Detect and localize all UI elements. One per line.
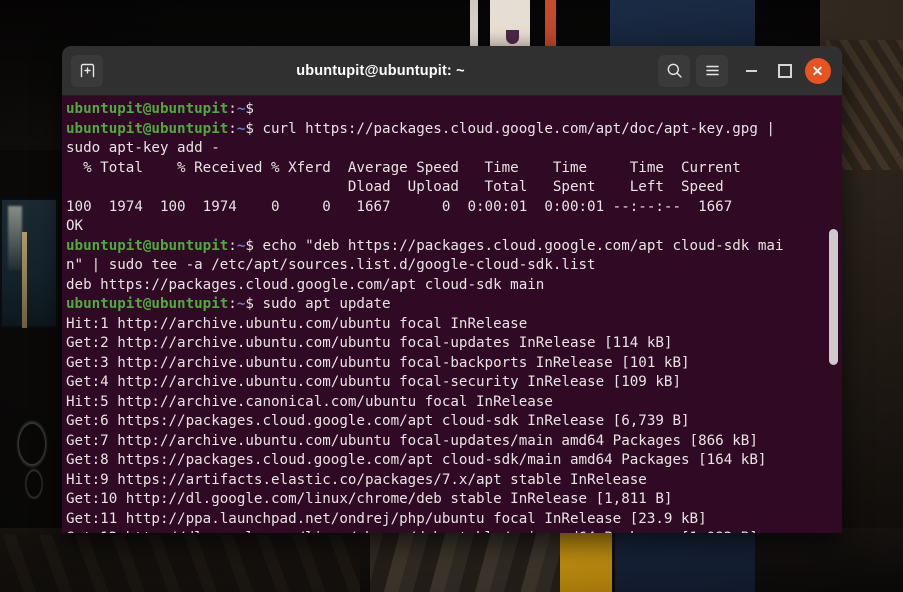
close-button[interactable]: ✕	[804, 57, 831, 84]
close-icon: ✕	[804, 57, 831, 84]
terminal-output-line: Hit:5 http://archive.canonical.com/ubunt…	[66, 393, 553, 410]
terminal-output-line: Get:2 http://archive.ubuntu.com/ubuntu f…	[66, 335, 673, 351]
terminal-output-line: Get:3 http://archive.ubuntu.com/ubuntu f…	[66, 354, 690, 371]
minimize-icon	[746, 69, 757, 72]
prompt-user-host: ubuntupit@ubuntupit	[66, 296, 229, 312]
prompt-user-host: ubuntupit@ubuntupit	[66, 120, 229, 137]
terminal-output-line: Hit:9 https://artifacts.elastic.co/packa…	[66, 471, 647, 488]
search-icon	[667, 63, 682, 78]
terminal-output-line: Get:10 http://dl.google.com/linux/chrome…	[66, 491, 673, 507]
terminal-output-line: Get:6 https://packages.cloud.google.com/…	[66, 413, 690, 429]
terminal-command: echo "deb https://packages.cloud.google.…	[253, 237, 784, 254]
terminal-body[interactable]: ubuntupit@ubuntupit:~$ ubuntupit@ubuntupi…	[62, 96, 842, 533]
prompt-symbol: $	[245, 101, 254, 117]
terminal-output-line: Dload Upload Total Spent Left Speed	[66, 179, 724, 195]
window-title: ubuntupit@ubuntupit: ~	[296, 62, 465, 79]
window-titlebar[interactable]: ubuntupit@ubuntupit: ~ ✕	[62, 46, 842, 96]
terminal-output-line: n" | sudo tee -a /etc/apt/sources.list.d…	[66, 257, 596, 273]
terminal-output[interactable]: ubuntupit@ubuntupit:~$ ubuntupit@ubuntupi…	[62, 96, 784, 533]
prompt-user-host: ubuntupit@ubuntupit	[66, 101, 229, 117]
maximize-button[interactable]	[771, 57, 798, 84]
scrollbar-thumb[interactable]	[829, 229, 838, 365]
terminal-window: ubuntupit@ubuntupit: ~ ✕ ubuntupit@ubunt…	[62, 46, 842, 533]
terminal-output-line: OK	[66, 218, 84, 234]
search-button[interactable]	[658, 54, 690, 87]
terminal-output-line: Get:7 http://archive.ubuntu.com/ubuntu f…	[66, 432, 758, 449]
terminal-output-line: sudo apt-key add -	[66, 140, 220, 156]
terminal-output-line: Hit:1 http://archive.ubuntu.com/ubuntu f…	[66, 315, 528, 332]
maximize-icon	[777, 63, 792, 78]
terminal-prompt-line: ubuntupit@ubuntupit:~$ curl https://pack…	[66, 120, 784, 140]
new-tab-icon	[80, 63, 94, 78]
new-tab-button[interactable]	[71, 54, 103, 87]
minimize-button[interactable]	[738, 57, 765, 84]
terminal-command: curl https://packages.cloud.google.com/a…	[253, 120, 775, 137]
terminal-prompt-line: ubuntupit@ubuntupit:~$ echo "deb https:/…	[66, 237, 784, 257]
terminal-output-line: 100 1974 100 1974 0 0 1667 0 0:00:01 0:0…	[66, 198, 733, 215]
menu-button[interactable]	[696, 54, 728, 87]
terminal-output-line: Get:12 http://dl.google.com/linux/chrome…	[66, 529, 784, 533]
prompt-symbol: $	[245, 237, 254, 254]
prompt-colon: :	[228, 237, 237, 254]
prompt-symbol: $	[245, 296, 254, 312]
terminal-output-line: Get:11 http://ppa.launchpad.net/ondrej/p…	[66, 510, 707, 527]
prompt-colon: :	[228, 120, 237, 137]
prompt-colon: :	[228, 101, 237, 117]
terminal-output-line: % Total % Received % Xferd Average Speed…	[66, 159, 741, 176]
terminal-command: sudo apt update	[253, 296, 391, 312]
prompt-colon: :	[228, 296, 237, 312]
hamburger-menu-icon	[705, 65, 719, 76]
terminal-output-line: Get:8 https://packages.cloud.google.com/…	[66, 452, 767, 468]
terminal-output-line: Get:4 http://archive.ubuntu.com/ubuntu f…	[66, 374, 681, 390]
terminal-scrollbar[interactable]	[828, 96, 839, 533]
prompt-symbol: $	[245, 120, 254, 137]
terminal-output-line: deb https://packages.cloud.google.com/ap…	[66, 276, 545, 293]
terminal-prompt-line: ubuntupit@ubuntupit:~$	[66, 100, 784, 120]
prompt-user-host: ubuntupit@ubuntupit	[66, 237, 229, 254]
terminal-prompt-line: ubuntupit@ubuntupit:~$ sudo apt update	[66, 295, 784, 315]
window-controls: ✕	[658, 54, 833, 87]
